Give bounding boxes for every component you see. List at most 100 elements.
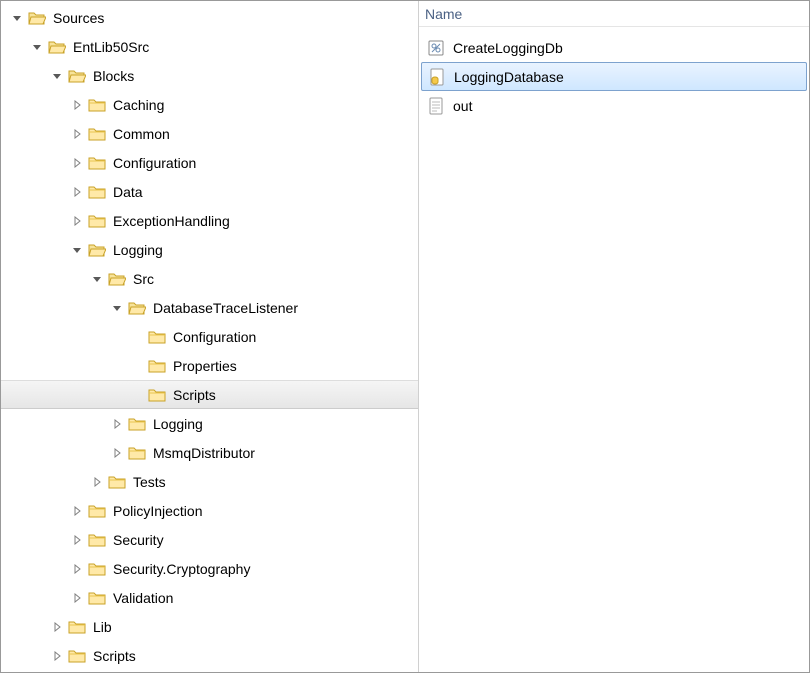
folder-closed-icon <box>87 182 107 202</box>
folder-tree-panel[interactable]: Sources EntLib50Src Blocks Caching Common Con… <box>1 1 419 672</box>
tree-item-msmqdistributor[interactable]: MsmqDistributor <box>1 438 418 467</box>
tree-item-validation[interactable]: Validation <box>1 583 418 612</box>
tree-item-exceptionhandling[interactable]: ExceptionHandling <box>1 206 418 235</box>
list-item[interactable]: CreateLoggingDb <box>419 33 809 62</box>
tree-item-src[interactable]: Src <box>1 264 418 293</box>
folder-open-icon <box>47 37 67 57</box>
tree-item-label: Logging <box>153 416 203 432</box>
tree-item-security-cryptography[interactable]: Security.Cryptography <box>1 554 418 583</box>
tree-item-logging[interactable]: Logging <box>1 409 418 438</box>
tree-item-lib[interactable]: Lib <box>1 612 418 641</box>
tree-item-common[interactable]: Common <box>1 119 418 148</box>
chevron-right-icon[interactable] <box>69 561 85 577</box>
tree-item-tests[interactable]: Tests <box>1 467 418 496</box>
tree-item-label: Common <box>113 126 170 142</box>
tree-item-label: PolicyInjection <box>113 503 203 519</box>
folder-open-icon <box>107 269 127 289</box>
tree-item-label: Data <box>113 184 143 200</box>
tree-item-label: Security.Cryptography <box>113 561 250 577</box>
folder-closed-icon <box>87 95 107 115</box>
folder-closed-icon <box>67 617 87 637</box>
tree-item-configuration[interactable]: Configuration <box>1 148 418 177</box>
folder-closed-icon <box>147 327 167 347</box>
tree-item-caching[interactable]: Caching <box>1 90 418 119</box>
chevron-right-icon[interactable] <box>69 532 85 548</box>
chevron-right-icon[interactable] <box>89 474 105 490</box>
list-item-label: out <box>453 98 472 114</box>
list-item[interactable]: LoggingDatabase <box>421 62 807 91</box>
folder-closed-icon <box>87 530 107 550</box>
tree-item-label: Blocks <box>93 68 134 84</box>
column-header-name[interactable]: Name <box>419 1 809 27</box>
folder-closed-icon <box>127 443 147 463</box>
folder-closed-icon <box>127 414 147 434</box>
tree-item-data[interactable]: Data <box>1 177 418 206</box>
folder-closed-icon <box>87 588 107 608</box>
chevron-right-icon[interactable] <box>69 126 85 142</box>
folder-closed-icon <box>87 124 107 144</box>
list-item-label: LoggingDatabase <box>454 69 564 85</box>
text-file-icon <box>425 96 447 116</box>
folder-closed-icon <box>87 559 107 579</box>
tree-item-label: EntLib50Src <box>73 39 149 55</box>
chevron-right-icon[interactable] <box>109 445 125 461</box>
tree-item-sources[interactable]: Sources <box>1 3 418 32</box>
chevron-down-icon[interactable] <box>29 39 45 55</box>
tree-item-scripts[interactable]: Scripts <box>1 380 418 409</box>
folder-closed-icon <box>147 356 167 376</box>
folder-closed-icon <box>87 501 107 521</box>
chevron-right-icon[interactable] <box>69 155 85 171</box>
tree-item-label: Security <box>113 532 164 548</box>
tree-item-security[interactable]: Security <box>1 525 418 554</box>
folder-closed-icon <box>67 646 87 666</box>
column-header-label: Name <box>425 6 462 22</box>
chevron-right-icon[interactable] <box>49 619 65 635</box>
tree-item-blocks[interactable]: Blocks <box>1 61 418 90</box>
tree-item-label: Scripts <box>93 648 136 664</box>
chevron-right-icon[interactable] <box>109 416 125 432</box>
tree-item-databasetracelistener[interactable]: DatabaseTraceListener <box>1 293 418 322</box>
tree-item-label: Configuration <box>173 329 256 345</box>
chevron-down-icon[interactable] <box>89 271 105 287</box>
tree-item-scripts[interactable]: Scripts <box>1 641 418 670</box>
tree-item-label: Properties <box>173 358 237 374</box>
chevron-down-icon[interactable] <box>49 68 65 84</box>
batch-file-icon <box>425 38 447 58</box>
expander-spacer <box>129 329 145 345</box>
tree-item-label: Logging <box>113 242 163 258</box>
folder-closed-icon <box>147 385 167 405</box>
folder-open-icon <box>87 240 107 260</box>
chevron-right-icon[interactable] <box>69 184 85 200</box>
tree-item-configuration[interactable]: Configuration <box>1 322 418 351</box>
tree-item-label: Src <box>133 271 154 287</box>
file-list-panel: Name CreateLoggingDb LoggingDatabase out <box>419 1 809 672</box>
chevron-right-icon[interactable] <box>69 97 85 113</box>
chevron-down-icon[interactable] <box>69 242 85 258</box>
list-item-label: CreateLoggingDb <box>453 40 563 56</box>
folder-open-icon <box>127 298 147 318</box>
tree-item-label: Caching <box>113 97 164 113</box>
tree-item-policyinjection[interactable]: PolicyInjection <box>1 496 418 525</box>
tree-item-entlib50src[interactable]: EntLib50Src <box>1 32 418 61</box>
folder-open-icon <box>67 66 87 86</box>
explorer-container: Sources EntLib50Src Blocks Caching Common Con… <box>1 1 809 672</box>
list-item[interactable]: out <box>419 91 809 120</box>
chevron-right-icon[interactable] <box>69 213 85 229</box>
folder-open-icon <box>27 8 47 28</box>
chevron-right-icon[interactable] <box>69 503 85 519</box>
folder-closed-icon <box>87 153 107 173</box>
expander-spacer <box>129 387 145 403</box>
chevron-down-icon[interactable] <box>9 10 25 26</box>
tree-item-label: Lib <box>93 619 112 635</box>
sql-file-icon <box>426 67 448 87</box>
chevron-right-icon[interactable] <box>49 648 65 664</box>
tree-item-label: Validation <box>113 590 173 606</box>
chevron-down-icon[interactable] <box>109 300 125 316</box>
tree-item-label: Sources <box>53 10 104 26</box>
tree-item-properties[interactable]: Properties <box>1 351 418 380</box>
chevron-right-icon[interactable] <box>69 590 85 606</box>
expander-spacer <box>129 358 145 374</box>
tree-item-logging[interactable]: Logging <box>1 235 418 264</box>
tree-item-label: MsmqDistributor <box>153 445 255 461</box>
folder-closed-icon <box>107 472 127 492</box>
